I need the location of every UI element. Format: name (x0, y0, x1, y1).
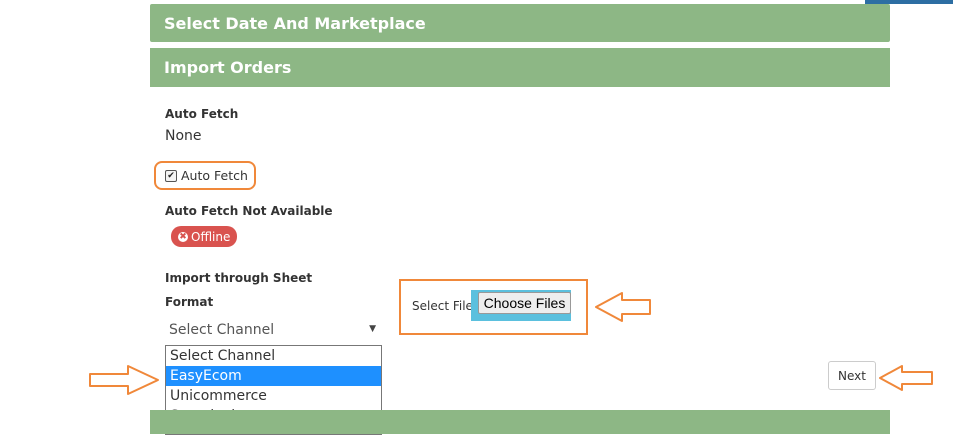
choose-files-button[interactable]: Choose Files (478, 292, 571, 314)
auto-fetch-checkbox[interactable]: ✔ (165, 169, 177, 182)
caret-down-icon: ▼ (369, 324, 376, 334)
panel-title: Select Date And Marketplace (164, 13, 426, 33)
channel-option-highlighted[interactable]: EasyEcom (166, 366, 381, 386)
import-sheet-format-label: Format (165, 295, 214, 309)
import-sheet-label: Import through Sheet (165, 271, 313, 285)
channel-select[interactable]: Select Channel ▼ (166, 318, 380, 342)
channel-select-value: Select Channel (169, 322, 275, 338)
select-file-label: Select File (412, 299, 473, 313)
offline-status-badge: ✖ Offline (171, 226, 238, 247)
arrow-icon (595, 292, 651, 322)
arrow-icon (89, 365, 159, 395)
arrow-icon (879, 365, 933, 391)
close-circle-icon: ✖ (178, 231, 188, 242)
panel-next-section[interactable] (150, 410, 890, 434)
auto-fetch-checkbox-highlight[interactable]: ✔ Auto Fetch (154, 161, 256, 190)
offline-badge-label: Offline (191, 229, 231, 244)
auto-fetch-checkbox-label: Auto Fetch (181, 168, 248, 183)
auto-fetch-value: None (165, 128, 202, 144)
channel-option[interactable]: Select Channel (166, 346, 381, 366)
auto-fetch-label: Auto Fetch (165, 107, 239, 121)
channel-option[interactable]: Unicommerce (166, 386, 381, 406)
panel-import-orders[interactable]: Import Orders (150, 48, 890, 87)
panel-select-date-marketplace[interactable]: Select Date And Marketplace (150, 4, 890, 42)
auto-fetch-not-available-label: Auto Fetch Not Available (165, 204, 333, 218)
next-button[interactable]: Next (828, 361, 876, 390)
checkmark-icon: ✔ (167, 170, 175, 181)
panel-title: Import Orders (164, 58, 292, 77)
